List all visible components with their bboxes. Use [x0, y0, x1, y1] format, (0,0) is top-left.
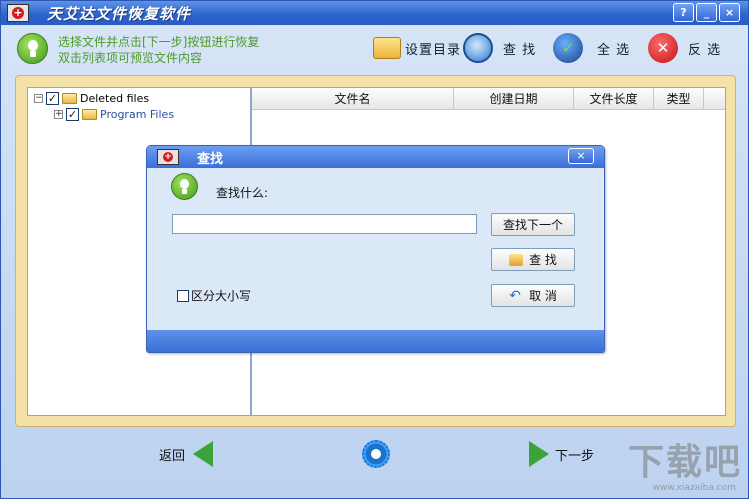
hint-text: 选择文件并点击[下一步]按钮进行恢复 双击列表项可预览文件内容 — [58, 34, 259, 66]
help-button[interactable]: ? — [673, 3, 694, 22]
folder-icon — [62, 92, 77, 104]
dialog-close-button[interactable]: × — [568, 148, 594, 164]
select-all-button[interactable]: ✓ 全 选 — [553, 31, 630, 65]
watermark-url: www.xiazaiba.com — [652, 483, 736, 493]
dialog-title: 查找 — [197, 151, 224, 167]
title-bar[interactable]: + 天艾达文件恢复软件 ? _ × — [1, 1, 748, 25]
back-label: 返回 — [159, 448, 186, 464]
hint-line-1: 选择文件并点击[下一步]按钮进行恢复 — [58, 35, 260, 49]
find-text-input[interactable] — [172, 214, 477, 234]
checkmark-globe-icon: ✓ — [553, 33, 583, 63]
back-button[interactable]: 返回 — [159, 441, 214, 467]
dialog-title-bar[interactable]: + 查找 × — [147, 146, 604, 168]
minimize-button[interactable]: _ — [696, 3, 717, 22]
undo-icon: ↶ — [509, 287, 521, 304]
find-folder-icon — [509, 253, 524, 266]
tree-item-deleted-files[interactable]: − ✓ Deleted files — [34, 91, 149, 105]
tree-item-label: Deleted files — [80, 91, 150, 105]
find-next-label: 查找下一个 — [502, 218, 563, 232]
invert-label: 反 选 — [688, 42, 722, 58]
tree-checkbox[interactable]: ✓ — [46, 91, 59, 105]
expand-icon[interactable]: + — [54, 109, 63, 119]
lightbulb-icon — [171, 173, 198, 200]
match-case-checkbox[interactable]: 区分大小写 — [177, 287, 251, 304]
arrow-left-icon — [193, 441, 214, 467]
find-button-label: 查 找 — [529, 253, 557, 267]
red-cross-icon: + — [12, 6, 24, 19]
find-dialog: + 查找 × 查找什么: 查找下一个 查 找 ↶ 取 消 区分大小写 — [146, 145, 605, 353]
toolbar: 选择文件并点击[下一步]按钮进行恢复 双击列表项可预览文件内容 设置目录 查 找… — [1, 25, 748, 71]
app-title: 天艾达文件恢复软件 — [47, 4, 192, 23]
window-controls: ? _ × — [673, 3, 740, 22]
match-case-label: 区分大小写 — [191, 289, 252, 303]
hint-line-2: 双击列表项可预览文件内容 — [58, 51, 203, 65]
tree-item-label: Program Files — [100, 107, 175, 121]
folder-star-icon — [373, 37, 401, 59]
folder-icon — [82, 108, 97, 120]
invert-selection-button[interactable]: ✕ 反 选 — [648, 31, 721, 65]
lightbulb-icon — [17, 33, 48, 64]
find-prompt-label: 查找什么: — [216, 186, 269, 200]
next-label: 下一步 — [555, 448, 595, 464]
set-directory-label: 设置目录 — [405, 42, 462, 58]
find-label: 查 找 — [503, 42, 537, 58]
tree-item-program-files[interactable]: + ✓ Program Files — [54, 107, 174, 121]
checkbox-box[interactable] — [177, 289, 189, 302]
arrow-right-icon — [529, 441, 549, 467]
app-logo: + — [157, 149, 179, 165]
app-logo: + — [7, 4, 29, 22]
find-button[interactable]: 查 找 — [463, 31, 536, 65]
cancel-button[interactable]: ↶ 取 消 — [491, 284, 575, 307]
tree-checkbox[interactable]: ✓ — [66, 107, 79, 121]
magnifier-icon — [463, 33, 493, 63]
close-button[interactable]: × — [719, 3, 740, 22]
next-button[interactable]: 下一步 — [529, 441, 594, 467]
red-x-icon: ✕ — [648, 33, 678, 63]
cancel-label: 取 消 — [529, 289, 557, 303]
column-header-type[interactable]: 类型 — [654, 88, 704, 109]
select-all-label: 全 选 — [597, 42, 631, 58]
column-header-created[interactable]: 创建日期 — [454, 88, 574, 109]
red-cross-icon: + — [163, 152, 173, 162]
column-header-size[interactable]: 文件长度 — [574, 88, 654, 109]
set-directory-button[interactable]: 设置目录 — [373, 31, 461, 65]
dialog-footer — [147, 330, 604, 352]
list-header: 文件名 创建日期 文件长度 类型 — [252, 88, 725, 110]
find-button[interactable]: 查 找 — [491, 248, 575, 271]
watermark-logo: 下载吧 — [627, 442, 742, 483]
collapse-icon[interactable]: − — [34, 93, 43, 103]
gear-icon[interactable] — [362, 440, 390, 468]
column-header-filename[interactable]: 文件名 — [252, 88, 454, 109]
find-next-button[interactable]: 查找下一个 — [491, 213, 575, 236]
